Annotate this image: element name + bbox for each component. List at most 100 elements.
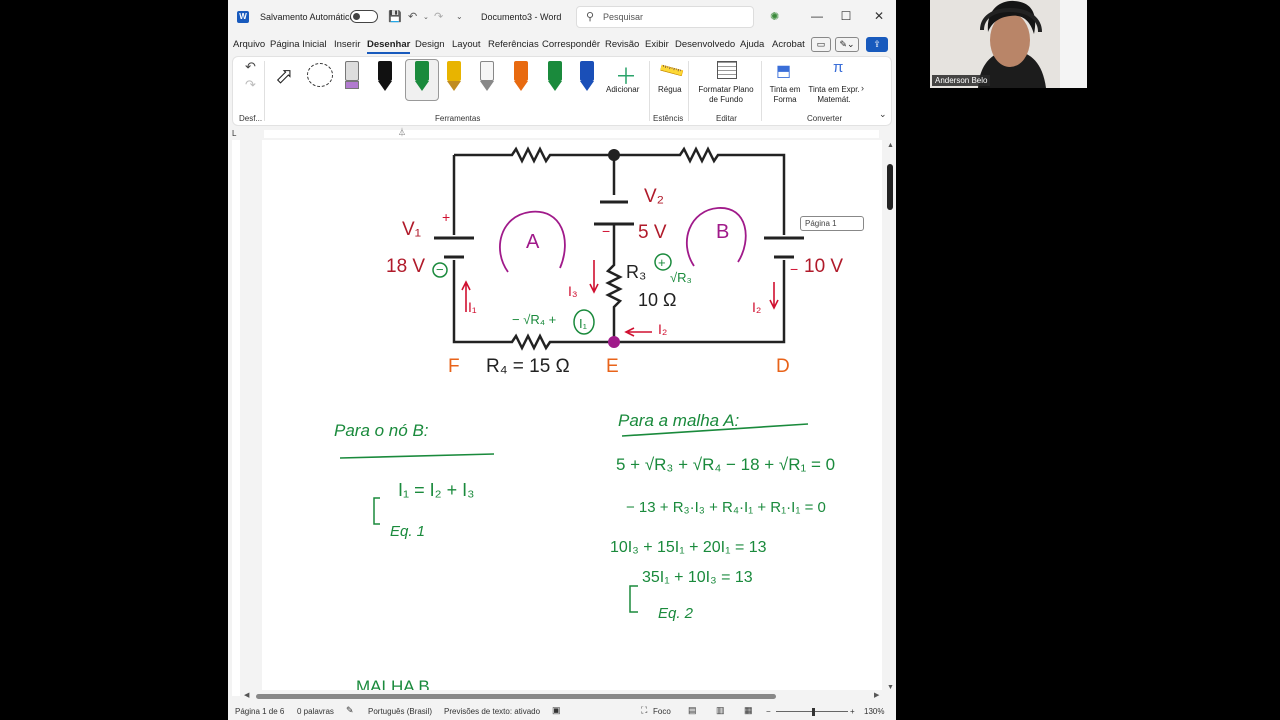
status-language[interactable]: Português (Brasil) [368, 707, 432, 716]
comments-icon[interactable]: ▭ [811, 37, 831, 52]
tab-design[interactable]: Design [415, 39, 445, 50]
page-tooltip: Página 1 [800, 216, 864, 231]
tab-exibir[interactable]: Exibir [645, 39, 669, 50]
scroll-right-icon[interactable]: ▶ [874, 691, 879, 699]
share-icon[interactable]: ⇪ [866, 37, 888, 52]
ink-to-shape-icon[interactable]: ⬒ [776, 61, 791, 81]
document-canvas[interactable]: V₁ 18 V V₂ 5 V 10 V R₃ 10 Ω R₄ = 15 Ω F … [242, 140, 884, 690]
indent-marker-icon[interactable]: ⏃ [398, 127, 406, 138]
tab-layout[interactable]: Layout [452, 39, 481, 50]
green-pencil-icon[interactable] [548, 61, 562, 93]
tab-arquivo[interactable]: Arquivo [233, 39, 265, 50]
read-mode-icon[interactable]: ▤ [688, 705, 697, 716]
tab-inserir[interactable]: Inserir [334, 39, 360, 50]
node-f-label: F [448, 356, 460, 377]
select-cursor-icon[interactable]: ⬀ [275, 63, 293, 89]
status-words[interactable]: 0 palavras [297, 707, 334, 716]
save-icon[interactable]: 💾 [388, 10, 402, 23]
redo-ink-icon[interactable]: ↷ [245, 77, 256, 93]
ink-to-math-icon[interactable]: π [833, 59, 843, 76]
status-predictions[interactable]: Previsões de texto: ativado [444, 707, 540, 716]
vertical-scroll-thumb[interactable] [887, 164, 893, 210]
tab-selector-icon[interactable]: L [232, 129, 236, 138]
ruler-label[interactable]: Régua [658, 85, 682, 95]
black-pen-icon[interactable] [378, 61, 392, 93]
tab-revisao[interactable]: Revisão [605, 39, 639, 50]
webcam-name: Anderson Belo [932, 75, 991, 86]
print-layout-icon[interactable]: ▥ [716, 705, 725, 716]
undo-ink-icon[interactable]: ↶ [245, 59, 256, 75]
v3-value: 10 V [804, 256, 843, 277]
status-focus[interactable]: Foco [653, 707, 671, 716]
svg-text:−: − [790, 261, 798, 277]
zoom-slider-thumb[interactable] [812, 708, 815, 716]
collapse-ribbon-icon[interactable]: ⌄ [879, 109, 887, 120]
zoom-out-icon[interactable]: − [766, 707, 771, 716]
redo-icon[interactable]: ↷ [434, 10, 443, 23]
copilot-icon[interactable]: ✺ [770, 10, 779, 23]
proofing-icon[interactable]: ✎ [346, 705, 354, 716]
notes-left: Para o nó B: I₁ = I₂ + I₃ Eq. 1 [334, 421, 495, 540]
tab-referencias[interactable]: Referências [488, 39, 539, 50]
close-button[interactable]: ✕ [870, 9, 888, 23]
left-equation: I₁ = I₂ + I₃ [398, 480, 474, 500]
tab-acrobat[interactable]: Acrobat [772, 39, 805, 50]
format-background-icon[interactable] [717, 61, 737, 79]
undo-dropdown-icon[interactable]: ⌄ [423, 13, 429, 21]
group-label-edit: Editar [716, 114, 737, 123]
search-icon: ⚲ [586, 11, 595, 23]
title-bar: W Salvamento Automático 💾 ↶ ⌄ ↷ ⌄ Docume… [228, 0, 896, 34]
tab-correspondencias[interactable]: Correspondêr [542, 39, 600, 50]
web-layout-icon[interactable]: ▦ [744, 705, 753, 716]
notes-right: Para a malha A: 5 + √R₃ + √R₄ − 18 + √R₁… [610, 411, 835, 622]
mesh-b-label: B [716, 221, 729, 243]
ruler-icon[interactable]: 📏 [657, 57, 687, 86]
v1-value: 18 V [386, 256, 425, 277]
scroll-up-icon[interactable]: ▲ [887, 142, 894, 149]
eraser-icon[interactable] [345, 61, 359, 93]
search-box[interactable]: ⚲ Pesquisar [576, 6, 754, 28]
accessibility-icon[interactable]: ▣ [552, 705, 561, 716]
horizontal-scroll-thumb[interactable] [256, 694, 776, 699]
white-highlighter-icon[interactable] [480, 61, 494, 93]
minimize-button[interactable]: — [808, 9, 826, 23]
undo-icon[interactable]: ↶ [408, 10, 417, 23]
document-page[interactable]: V₁ 18 V V₂ 5 V 10 V R₃ 10 Ω R₄ = 15 Ω F … [262, 140, 882, 690]
svg-text:+: + [442, 209, 450, 225]
zoom-in-icon[interactable]: + [850, 707, 855, 716]
yellow-pencil-icon[interactable] [447, 61, 461, 93]
horizontal-ruler[interactable]: L ⏃ [228, 128, 896, 140]
ruler-strip [264, 130, 879, 138]
divider [649, 61, 650, 121]
tab-desenvolvedor[interactable]: Desenvolvedo [675, 39, 735, 50]
customize-toolbar-icon[interactable]: ⌄ [456, 12, 463, 21]
format-background-label[interactable]: Formatar Plano de Fundo [696, 85, 756, 105]
ribbon-scroll-right-icon[interactable]: › [861, 83, 864, 93]
word-window: W Salvamento Automático 💾 ↶ ⌄ ↷ ⌄ Docume… [228, 0, 896, 720]
tab-pagina-inicial[interactable]: Página Inicial [270, 39, 327, 50]
editing-icon[interactable]: ✎⌄ [835, 37, 859, 52]
ink-to-shape-label[interactable]: Tinta em Forma [765, 85, 805, 105]
ink-to-math-label[interactable]: Tinta em Expr. Matemát. [807, 85, 861, 105]
svg-text:+: + [658, 255, 666, 270]
svg-text:− √R₄ +: − √R₄ + [512, 312, 556, 327]
vertical-scrollbar[interactable]: ▲ ▼ [884, 140, 896, 696]
maximize-button[interactable]: ☐ [837, 9, 855, 23]
orange-pen-icon[interactable] [514, 61, 528, 93]
green-pen-icon[interactable] [415, 61, 429, 93]
right-eq-4: 35I₁ + 10I₃ = 13 [642, 569, 753, 586]
group-label-convert: Converter [807, 114, 843, 123]
status-page[interactable]: Página 1 de 6 [235, 707, 284, 716]
scroll-left-icon[interactable]: ◀ [244, 691, 249, 699]
status-zoom[interactable]: 130% [864, 707, 884, 716]
add-pen-label[interactable]: Adicionar [606, 85, 639, 95]
tab-ajuda[interactable]: Ajuda [740, 39, 764, 50]
webcam-overlay: Anderson Belo [930, 0, 1087, 88]
lasso-select-icon[interactable] [307, 63, 333, 87]
focus-icon[interactable]: ⛶ [641, 705, 647, 716]
autosave-toggle[interactable] [350, 10, 378, 23]
scroll-down-icon[interactable]: ▼ [887, 684, 894, 691]
blue-glitter-pen-icon[interactable] [580, 61, 594, 93]
tab-desenhar[interactable]: Desenhar [367, 39, 411, 54]
horizontal-scrollbar[interactable]: ◀ ▶ [242, 690, 884, 702]
